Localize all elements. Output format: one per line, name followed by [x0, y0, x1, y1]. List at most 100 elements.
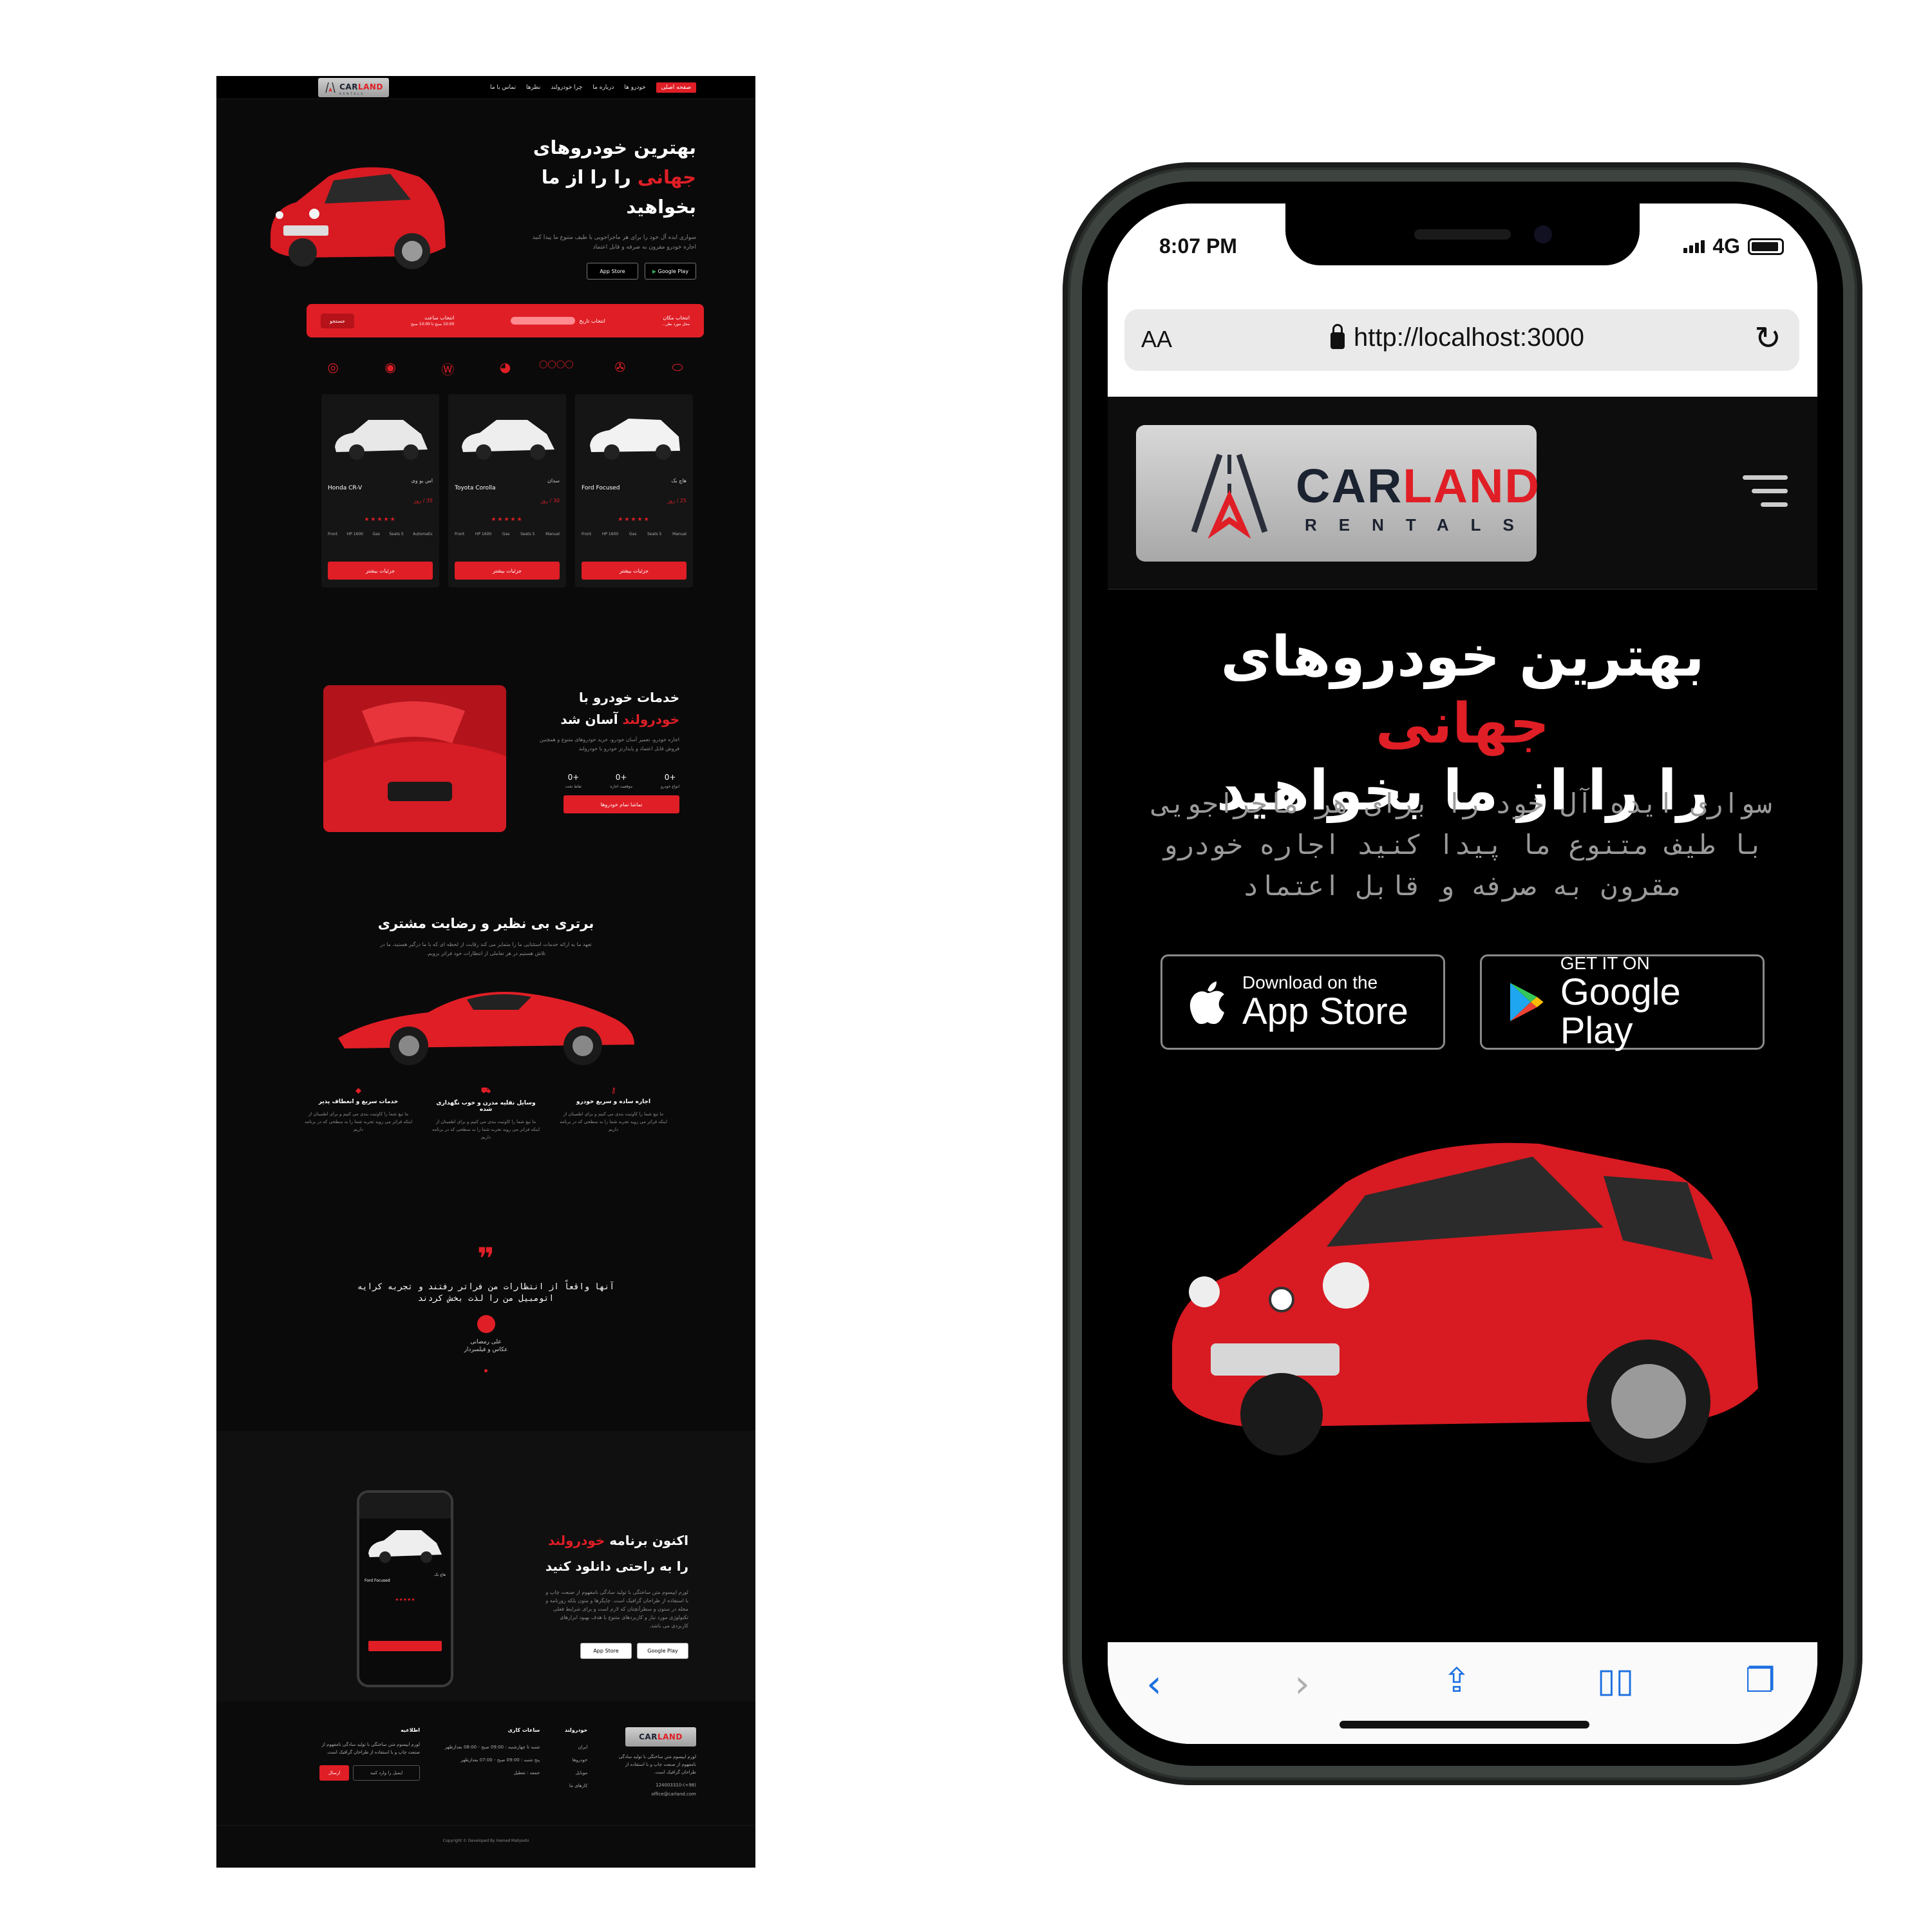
mercedes-logo-icon[interactable]: ✇: [609, 359, 631, 376]
hero-title-line1: بهترین خودروهای: [533, 137, 696, 158]
footer-link[interactable]: کارهای ما: [565, 1779, 587, 1792]
footer-email[interactable]: office@carland.com: [612, 1792, 696, 1797]
google-play-badge[interactable]: GET IT ON Google Play: [1480, 954, 1765, 1050]
footer-link[interactable]: خودروها: [565, 1754, 588, 1766]
location-picker[interactable]: انتخاب مکان محل مورد نظر...: [662, 315, 690, 327]
footer-link[interactable]: ایران: [565, 1741, 587, 1754]
iphone-mockup: 8:07 PM 4G AA http://localhost:3000 ↻ CA…: [1063, 162, 1862, 1785]
newsletter-send-button[interactable]: ارسال: [319, 1765, 350, 1781]
footer-phone[interactable]: (98+)-124003310: [612, 1783, 696, 1788]
card-features: Front HP 1600 Gas Seats 5 Manual: [582, 532, 687, 536]
card-details-button[interactable]: جزئیات بیشتر: [455, 562, 560, 580]
date-input[interactable]: [511, 317, 576, 325]
back-icon[interactable]: ‹: [1146, 1662, 1162, 1707]
card-details-button[interactable]: جزئیات بیشتر: [328, 562, 433, 580]
time-picker[interactable]: انتخاب ساعت 10:00 صبح تا 10:00 صبح: [411, 315, 454, 327]
volkswagen-logo-icon[interactable]: Ⓦ: [437, 359, 459, 377]
car-card[interactable]: اس یو وی Honda CR-V 35 / روز ★★★★★ Front…: [321, 394, 439, 587]
home-indicator[interactable]: [1340, 1721, 1589, 1728]
card-details-button[interactable]: جزئیات بیشتر: [582, 562, 687, 580]
stat-value: +0: [615, 773, 627, 782]
car-card[interactable]: هاچ بک Ford Focused 25 / روز ★★★★★ Front…: [575, 394, 693, 587]
view-all-cars-button[interactable]: تماشا تمام خودروها: [564, 795, 679, 813]
google-play-label: Google Play: [658, 268, 689, 274]
bmw-logo-icon[interactable]: ◕: [495, 359, 516, 376]
feat: Manual: [545, 532, 560, 536]
booking-search-bar: انتخاب مکان محل مورد نظر... انتخاب تاریخ …: [307, 304, 704, 337]
forward-icon[interactable]: ›: [1294, 1662, 1310, 1707]
desktop-logo[interactable]: CARLAND RENTALS: [318, 77, 389, 97]
nav-link-contact[interactable]: تماس با ما: [490, 84, 516, 91]
stat-item: +0 موقعیت اجاره: [610, 773, 632, 789]
status-time: 8:07 PM: [1159, 234, 1237, 258]
app-title: اکنون برنامه خودرولند را به راحتی دانلود …: [543, 1528, 688, 1579]
feat: Seats 5: [647, 532, 662, 536]
google-play-badge[interactable]: ▶ Google Play: [645, 263, 696, 279]
key-icon: ⚷: [611, 1086, 616, 1095]
lock-icon: [1331, 323, 1345, 349]
skoda-logo-icon[interactable]: ◉: [379, 359, 401, 376]
safari-url-bar[interactable]: AA http://localhost:3000 ↻: [1124, 309, 1799, 371]
status-right: 4G: [1683, 234, 1784, 258]
feat: Seats 5: [389, 532, 404, 536]
google-play-icon: ▶: [652, 268, 658, 274]
phone-card-name: Ford Focused: [365, 1578, 390, 1583]
reload-icon[interactable]: ↻: [1754, 319, 1781, 357]
newsletter-email-input[interactable]: ایمیل را وارد کنید: [353, 1765, 421, 1781]
google-play-badge[interactable]: Google Play: [637, 1643, 688, 1659]
carousel-dot[interactable]: [484, 1369, 488, 1372]
services-title-b: آسان شد: [560, 712, 623, 727]
logo-land: LAND: [1403, 459, 1540, 513]
search-button[interactable]: جستجو: [321, 313, 354, 328]
mazda-logo-icon[interactable]: ◎: [322, 359, 344, 376]
road-logo-icon: [1191, 453, 1268, 538]
app-phone-mockup: هاچ بک Ford Focused ★★★★★: [357, 1490, 453, 1687]
services-title-red: خودرولند: [622, 712, 679, 727]
mobile-logo[interactable]: CARLAND RENTALS: [1136, 425, 1540, 562]
hamburger-menu-icon[interactable]: [1743, 475, 1788, 514]
services-stats: +0 انواع خودرو +0 موقعیت اجاره +0 نقاط تحت: [531, 773, 679, 789]
car-cards: هاچ بک Ford Focused 25 / روز ★★★★★ Front…: [319, 394, 693, 587]
logo-car: CAR: [339, 82, 358, 91]
quality-features: ⚷ اجاره ساده و سریع خودرو ما تیغ شما را کا…: [216, 1086, 755, 1141]
footer-col-hours: ساعات کاری شنبه تا چهارشنبه : 09:00 صبح …: [445, 1727, 540, 1797]
ferrari-image: [337, 992, 634, 1065]
bookmarks-icon[interactable]: ▯▯: [1597, 1662, 1634, 1700]
app-title-a: اکنون برنامه: [605, 1533, 688, 1548]
nav-link-why[interactable]: چرا خودرولند: [551, 84, 582, 91]
nav-link-reviews[interactable]: نظرها: [526, 84, 540, 91]
nav-link-home[interactable]: صفحه اصلی: [656, 82, 696, 93]
app-store-badge[interactable]: Download on the App Store: [1160, 954, 1445, 1050]
footer-logo-car: CAR: [639, 1732, 658, 1741]
app-store-badge[interactable]: App Store: [580, 1643, 632, 1659]
nav-link-cars[interactable]: خودرو ها: [624, 84, 645, 91]
car-card[interactable]: سدان Toyota Corolla 30 / روز ★★★★★ Front…: [448, 394, 566, 587]
audi-logo-icon[interactable]: ◯◯◯◯: [539, 359, 574, 376]
text-size-button[interactable]: AA: [1141, 326, 1172, 353]
tabs-icon[interactable]: ❐: [1745, 1662, 1776, 1700]
logo-land: LAND: [357, 82, 383, 91]
stat-value: +0: [567, 773, 580, 782]
footer-logo[interactable]: CARLAND: [625, 1727, 696, 1747]
services-description: اجاره خودرو، تعمیر آسان خودرو، خرید خودر…: [539, 737, 679, 752]
hero-title: بهترین خودروهای جهانی را را از ما بخواهی…: [529, 133, 696, 222]
card-features: Front HP 1600 Gas Seats 5 Manual: [455, 532, 560, 536]
app-store-badge[interactable]: App Store: [587, 263, 638, 279]
footer-link[interactable]: موبایل: [565, 1766, 588, 1779]
feat: Gas: [629, 532, 637, 536]
date-picker[interactable]: انتخاب تاریخ: [511, 317, 605, 325]
phone-car-thumbnail: [368, 1530, 442, 1563]
showcase-canvas: صفحه اصلی خودرو ها درباره ما چرا خودرولن…: [0, 0, 1932, 1932]
footer-newsletter-text: لورم ایپسوم متن ساختگی با تولید سادگی نا…: [321, 1742, 421, 1755]
share-icon[interactable]: ⇪: [1443, 1662, 1471, 1700]
url-display[interactable]: http://localhost:3000: [1331, 323, 1584, 352]
footer-about-text: لورم ایپسوم متن ساختگی با تولید سادگی نا…: [618, 1754, 696, 1775]
footer-col-about: CARLAND لورم ایپسوم متن ساختگی با تولید …: [612, 1727, 696, 1797]
card-rating-stars: ★★★★★: [491, 516, 524, 523]
nav-link-about[interactable]: درباره ما: [592, 84, 614, 91]
ford-logo-icon[interactable]: ⬭: [667, 359, 688, 376]
honda-front-image: [323, 685, 506, 832]
newsletter-form: ایمیل را وارد کنید ارسال: [317, 1765, 421, 1781]
testimonial-section: ❞ آنها واقعاً از انتظارات من فراتر رفتند…: [216, 1244, 755, 1372]
feat: Gas: [372, 532, 380, 536]
